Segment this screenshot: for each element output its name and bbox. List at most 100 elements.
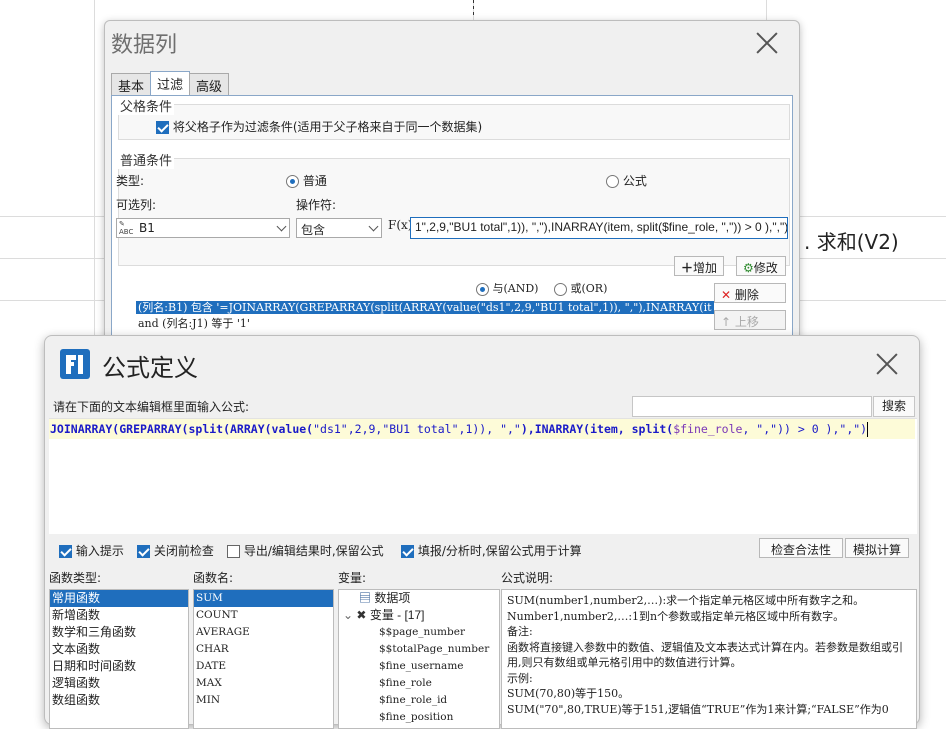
condition-row[interactable]: (列名:B1) 包含 '=JOINARRAY(GREPARRAY(split(A… [118,300,714,316]
tree-item[interactable]: $fine_username [339,658,499,675]
type-label: 类型: [116,174,145,188]
function-name-list[interactable]: SUM COUNT AVERAGE CHAR DATE MAX MIN [193,589,334,729]
type-formula-radio-row[interactable]: 公式 [606,172,647,189]
type-formula-radio[interactable] [606,175,619,188]
condition-row[interactable]: and (列名:J1) 等于 '1' [118,316,714,332]
modify-button[interactable]: ⚙修改 [736,256,786,276]
search-input[interactable] [632,396,872,417]
description-label: 公式说明: [501,571,554,585]
list-item[interactable]: CHAR [194,641,333,658]
list-item[interactable]: 逻辑函数 [50,675,188,692]
logic-or-label: 或(OR) [570,282,608,295]
input-hint-checkbox[interactable] [59,545,72,558]
operator-select[interactable]: 包含 [296,218,382,238]
formula-editor[interactable]: JOINARRAY(GREPARRAY(split(ARRAY(value("d… [49,418,917,534]
formula-token: "," [500,422,521,436]
validate-button[interactable]: 检查合法性 [759,538,843,558]
check-before-close-checkbox[interactable] [137,545,150,558]
list-item[interactable]: COUNT [194,607,333,624]
tab-basic[interactable]: 基本 [111,73,152,95]
formula-token: "," [839,422,861,436]
function-type-list[interactable]: 常用函数 新增函数 数学和三角函数 文本函数 日期和时间函数 逻辑函数 数组函数 [49,589,189,729]
list-item[interactable]: SUM [194,590,333,607]
formula-field[interactable]: 1",2,9,"BU1 total",1)), ","),INARRAY(ite… [410,217,788,239]
add-button[interactable]: ＋增加 [674,256,724,276]
keep-formula-export-checkbox[interactable] [227,545,240,558]
arrow-up-icon: ↑ [721,315,732,329]
formula-line[interactable]: JOINARRAY(GREPARRAY(split(ARRAY(value("d… [49,419,915,439]
data-column-dialog: 数据列 基本 过滤 高级 父格条件 将父格子作为过滤条件(适用于父子格来自于同一… [104,20,800,355]
logic-or-radio-row[interactable]: 或(OR) [554,280,607,296]
list-item[interactable]: 数组函数 [50,692,188,709]
move-up-button[interactable]: ↑ 上移 [714,310,786,330]
tree-item-variables[interactable]: ⌄ ✖ 变量 - [17] [339,607,499,624]
tree-item-data-item[interactable]: ▤ 数据项 [339,590,499,607]
type-normal-radio[interactable] [286,175,299,188]
parent-filter-checkbox-row[interactable]: 将父格子作为过滤条件(适用于父子格来自于同一个数据集) [156,118,482,135]
description-line: SUM(number1,number2,…):求一个指定单元格区域中所有数字之和… [507,594,865,607]
keep-formula-fill-label: 填报/分析时,保留公式用于计算 [417,544,582,558]
app-logo-icon [60,349,90,379]
parent-condition-label: 父格条件 [118,96,175,115]
edit-gear-icon: ⚙ [743,261,754,275]
keep-formula-fill-checkbox[interactable] [401,545,414,558]
formula-token: "," [756,422,778,436]
tab-filter[interactable]: 过滤 [150,71,191,95]
description-line: 备注: [507,625,533,638]
keep-formula-fill-checkbox-row[interactable]: 填报/分析时,保留公式用于计算 [401,542,582,559]
close-icon[interactable] [875,352,899,376]
check-before-close-checkbox-row[interactable]: 关闭前检查 [137,542,214,559]
search-button[interactable]: 搜索 [873,396,915,417]
operator-label: 操作符: [296,198,337,212]
abc-column-icon: ✎ ABC [119,220,134,236]
column-label: 可选列: [116,198,157,212]
tab-bar: 基本 过滤 高级 [111,71,230,95]
text-cursor [867,422,869,437]
variable-tree[interactable]: ▤ 数据项 ⌄ ✖ 变量 - [17] $$page_number $$tota… [338,589,500,729]
input-hint-checkbox-row[interactable]: 输入提示 [59,542,124,559]
type-normal-radio-row[interactable]: 普通 [286,172,327,189]
description-line: 函数将直接键入参数中的数值、逻辑值及文本表达式计算在内。若参数是数组或引用,则只… [507,640,903,670]
normal-condition-group [118,158,790,266]
tab-advanced[interactable]: 高级 [189,73,230,95]
list-item[interactable]: 日期和时间函数 [50,658,188,675]
logic-or-radio[interactable] [554,282,567,296]
formula-definition-dialog: 公式定义 请在下面的文本编辑框里面输入公式: 搜索 JOINARRAY(GREP… [44,335,920,729]
sheet-cell-text[interactable]: . 求和(V2) [804,226,899,255]
check-before-close-label: 关闭前检查 [153,544,214,558]
list-item[interactable]: 常用函数 [50,590,188,607]
fx-icon[interactable]: F(x) [388,218,412,232]
list-item[interactable]: MIN [194,692,333,709]
function-description: SUM(number1,number2,…):求一个指定单元格区域中所有数字之和… [501,589,917,729]
chevron-down-icon [368,221,379,232]
tree-item-label: 数据项 [374,591,411,605]
column-select[interactable]: ✎ ABC B1 [116,218,290,238]
type-normal-label: 普通 [302,174,327,188]
tree-item[interactable]: $$page_number [339,624,499,641]
tree-item[interactable]: $$totalPage_number [339,641,499,658]
dialog-title: 公式定义 [102,354,198,382]
description-line: SUM(70,80)等于150。 [507,687,630,700]
list-item[interactable]: AVERAGE [194,624,333,641]
table-icon: ▤ [359,591,372,605]
logic-and-radio-row[interactable]: 与(AND) [476,280,538,296]
close-icon[interactable] [755,31,779,55]
list-item[interactable]: 文本函数 [50,641,188,658]
description-line: Number1,number2,…:1到n个参数或指定单元格区域中所有数字。 [507,609,845,623]
variable-icon: ✖ [356,608,367,622]
formula-token: ,2,9, [347,422,383,436]
list-item[interactable]: 新增函数 [50,607,188,624]
delete-button[interactable]: ✕ 删除 [714,283,786,303]
list-item[interactable]: 数学和三角函数 [50,624,188,641]
normal-condition-label: 普通条件 [118,150,175,169]
logic-and-radio[interactable] [476,282,489,296]
tree-item[interactable]: $fine_role_id [339,692,499,709]
modify-button-label: 修改 [753,261,778,275]
tree-item[interactable]: $fine_role [339,675,499,692]
simulate-button[interactable]: 模拟计算 [845,538,909,558]
list-item[interactable]: DATE [194,658,333,675]
list-item[interactable]: MAX [194,675,333,692]
keep-formula-export-checkbox-row[interactable]: 导出/编辑结果时,保留公式 [227,542,384,559]
parent-filter-checkbox[interactable] [156,121,169,134]
formula-token: ,1)), [458,422,501,436]
